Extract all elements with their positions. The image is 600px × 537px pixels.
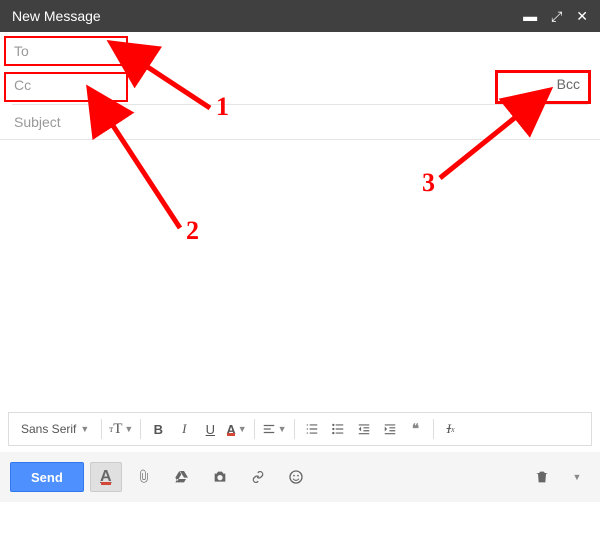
separator: [140, 419, 141, 439]
header-fields: Bcc: [0, 32, 600, 139]
chevron-down-icon: ▼: [573, 472, 582, 482]
italic-button[interactable]: I: [171, 416, 197, 442]
formatting-toolbar: Sans Serif ▼ тT▼ B I U A ▼ ▼ ❝ Ix: [8, 412, 592, 446]
bold-button[interactable]: B: [145, 416, 171, 442]
window-title: New Message: [12, 8, 101, 24]
align-icon: [262, 422, 276, 436]
send-button[interactable]: Send: [10, 462, 84, 492]
annotation-number-1: 1: [216, 92, 229, 122]
link-button[interactable]: [242, 462, 274, 492]
cc-input[interactable]: [12, 76, 588, 94]
trash-icon: [534, 469, 550, 485]
message-body[interactable]: [0, 140, 600, 412]
close-icon[interactable]: ✕: [576, 9, 588, 23]
font-family-label: Sans Serif: [21, 422, 76, 436]
window-controls: ▬ ⤢ ✕: [523, 9, 588, 23]
drive-icon: [174, 469, 190, 485]
expand-icon[interactable]: ⤢: [551, 9, 562, 23]
quote-button[interactable]: ❝: [403, 416, 429, 442]
link-icon: [250, 469, 266, 485]
to-input[interactable]: [12, 42, 588, 60]
separator: [294, 419, 295, 439]
separator: [101, 419, 102, 439]
text-color-button[interactable]: A ▼: [223, 416, 249, 442]
unordered-list-icon: [331, 422, 345, 436]
chevron-down-icon: ▼: [278, 424, 287, 434]
underline-button[interactable]: U: [197, 416, 223, 442]
attach-button[interactable]: [128, 462, 160, 492]
separator: [254, 419, 255, 439]
bulleted-list-button[interactable]: [325, 416, 351, 442]
to-row: [12, 34, 588, 68]
discard-button[interactable]: [526, 462, 558, 492]
formatting-toggle-button[interactable]: A: [90, 462, 122, 492]
minimize-icon[interactable]: ▬: [523, 9, 537, 23]
annotation-number-2: 2: [186, 216, 199, 246]
camera-icon: [212, 469, 228, 485]
send-toolbar: Send A ▼: [0, 452, 600, 502]
annotation-number-3: 3: [422, 168, 435, 198]
ordered-list-icon: [305, 422, 319, 436]
chevron-down-icon: ▼: [80, 424, 89, 434]
numbered-list-button[interactable]: [299, 416, 325, 442]
text-size-button[interactable]: тT▼: [106, 416, 136, 442]
separator: [433, 419, 434, 439]
clear-formatting-button[interactable]: Ix: [438, 416, 464, 442]
format-a-icon: A: [100, 468, 112, 486]
subject-input[interactable]: [12, 113, 588, 131]
indent-icon: [383, 422, 397, 436]
bcc-link[interactable]: Bcc: [557, 76, 580, 92]
drive-button[interactable]: [166, 462, 198, 492]
more-options-button[interactable]: ▼: [564, 462, 590, 492]
paperclip-icon: [136, 469, 152, 485]
color-a-icon: A: [226, 422, 235, 437]
subject-row: [12, 105, 588, 139]
outdent-icon: [357, 422, 371, 436]
photo-button[interactable]: [204, 462, 236, 492]
outdent-button[interactable]: [351, 416, 377, 442]
emoji-icon: [288, 469, 304, 485]
indent-button[interactable]: [377, 416, 403, 442]
font-family-select[interactable]: Sans Serif ▼: [13, 422, 97, 436]
title-bar: New Message ▬ ⤢ ✕: [0, 0, 600, 32]
cc-row: [12, 68, 588, 102]
emoji-button[interactable]: [280, 462, 312, 492]
chevron-down-icon: ▼: [238, 424, 247, 434]
align-button[interactable]: ▼: [259, 416, 290, 442]
